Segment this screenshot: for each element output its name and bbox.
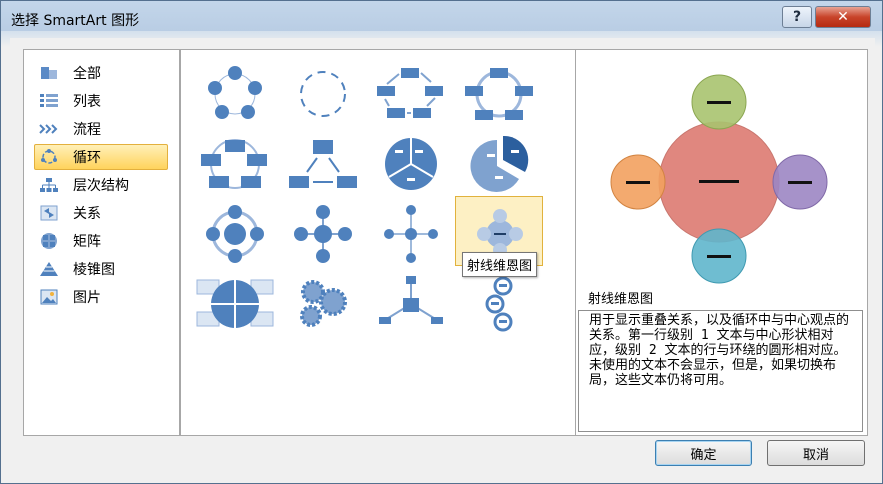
category-list-item[interactable]: 列表 [34,88,168,114]
category-process[interactable]: 流程 [34,116,168,142]
layout-tooltip: 射线维恩图 [462,252,538,277]
category-cycle[interactable]: 循环 [34,144,168,170]
smartart-dialog: 选择 SmartArt 图形 ? ✕ 全部 列表 流程 循环 层次结构 关系 矩… [0,0,883,484]
radial-venn-preview [610,74,828,284]
preview-description: 用于显示重叠关系，以及循环中与中心观点的关系。第一行级别 1 文本与中心形状相对… [578,310,863,432]
layout-thumbnail[interactable] [371,132,451,196]
process-icon [39,120,59,138]
help-button[interactable]: ? [782,6,812,28]
category-relationship[interactable]: 关系 [34,200,168,226]
title-bar[interactable]: 选择 SmartArt 图形 ? ✕ [1,1,882,37]
layout-thumbnail[interactable] [195,132,275,196]
category-hierarchy[interactable]: 层次结构 [34,172,168,198]
cancel-button[interactable]: 取消 [767,440,865,466]
dialog-title: 选择 SmartArt 图形 [11,13,140,29]
matrix-icon [39,232,59,250]
layout-thumbnail[interactable] [459,62,539,126]
relationship-icon [39,204,59,222]
preview-panel: 射线维恩图 用于显示重叠关系，以及循环中与中心观点的关系。第一行级别 1 文本与… [575,49,868,436]
layout-gallery: 射线维恩图 [180,49,576,436]
category-pyramid[interactable]: 棱锥图 [34,256,168,282]
list-icon [39,92,59,110]
layout-thumbnail[interactable] [371,202,451,266]
layout-thumbnail[interactable] [371,62,451,126]
category-all[interactable]: 全部 [34,60,168,86]
all-icon [39,64,59,82]
layout-thumbnail[interactable] [459,132,539,196]
layout-thumbnail[interactable] [195,272,275,336]
ok-button[interactable]: 确定 [655,440,752,466]
layout-thumbnail[interactable] [283,62,363,126]
hierarchy-icon [39,176,59,194]
cycle-icon [39,148,59,166]
dialog-body: 全部 列表 流程 循环 层次结构 关系 矩阵 棱锥图 图片 射线维恩图 射线维恩… [10,38,875,477]
preview-title: 射线维恩图 [588,292,654,307]
layout-thumbnail[interactable] [283,272,363,336]
pyramid-icon [39,260,59,278]
layout-thumbnail[interactable] [195,62,275,126]
category-matrix[interactable]: 矩阵 [34,228,168,254]
layout-thumbnail[interactable] [371,272,451,336]
close-button[interactable]: ✕ [815,6,871,28]
category-picture[interactable]: 图片 [34,284,168,310]
layout-thumbnail[interactable] [459,272,539,336]
category-list: 全部 列表 流程 循环 层次结构 关系 矩阵 棱锥图 图片 [23,49,180,436]
layout-thumbnail[interactable] [195,202,275,266]
picture-icon [39,288,59,306]
layout-thumbnail[interactable] [283,132,363,196]
layout-thumbnail[interactable] [283,202,363,266]
